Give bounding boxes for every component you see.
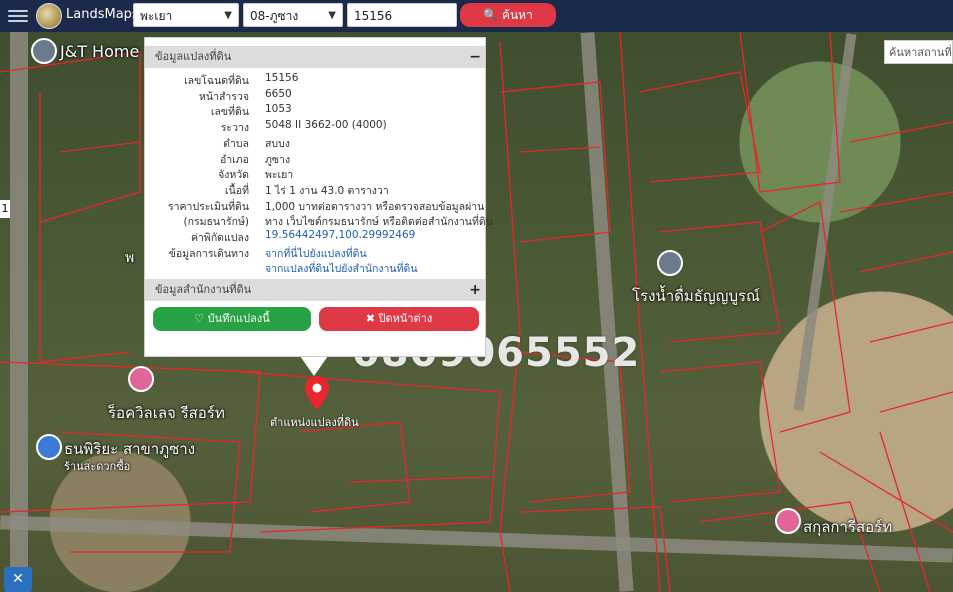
place-label[interactable]: สกุลการีสอร์ท [803,515,892,539]
detail-value: 6650 [265,87,292,100]
detail-row: ข้อมูลการเดินทาง จากที่นี่ไปยังแปลงที่ดิน [145,245,485,261]
place-pin-icon[interactable] [657,250,683,276]
detail-row: เนื้อที่ 1 ไร่ 1 งาน 43.0 ตารางวา [145,182,485,198]
detail-link[interactable]: จากที่นี่ไปยังแปลงที่ดิน [265,245,367,262]
deed-number-input[interactable]: 15156 [347,3,457,27]
parcel-section-header[interactable]: ข้อมูลแปลงที่ดิน − [145,46,485,68]
detail-value: 1,000 บาทต่อตารางวา หรือตรวจสอบข้อมูลผ่า… [265,200,485,213]
detail-value: 1053 [265,103,292,116]
tools-icon[interactable]: ✕ [4,567,32,592]
detail-value: ภูซาง [265,153,291,166]
detail-label: จังหวัด [218,169,249,182]
place-pin-icon[interactable] [31,38,57,64]
detail-label: ข้อมูลการเดินทาง [168,247,249,260]
detail-row: เลขโฉนดที่ดิน 15156 [145,72,485,88]
detail-label: ระวาง [220,122,249,135]
place-search-input[interactable]: ค้นหาสถานที่ส [884,40,953,64]
place-label[interactable]: ร็อควิลเลจ รีสอร์ท [108,401,225,425]
detail-value: พะเยา [265,169,294,182]
district-value: 08-ภูซาง [250,9,299,23]
detail-value: 5048 II 3662-00 (4000) [265,119,387,132]
province-value: พะเยา [140,9,173,23]
popup-arrow [300,356,328,376]
detail-value: 15156 [265,72,299,84]
chevron-down-icon: ▼ [328,10,336,21]
detail-label: เลขโฉนดที่ดิน [184,75,249,87]
save-parcel-label: บันทึกแปลงนี้ [207,312,270,325]
bank-pin-icon[interactable] [36,434,62,460]
detail-label: ตำบล [223,137,249,150]
office-section-header[interactable]: ข้อมูลสำนักงานที่ดิน + [145,279,485,301]
detail-label: อำเภอ [219,153,249,166]
search-button[interactable]: 🔍 ค้นหา [460,3,556,27]
chevron-down-icon: ▼ [224,10,232,21]
collapse-icon[interactable]: − [469,46,481,68]
detail-row: ตำบล สบบง [145,135,485,151]
edge-label: 1 [0,200,10,218]
heart-icon: ♡ [194,312,205,325]
detail-row: อำเภอ ภูซาง [145,151,485,167]
place-label[interactable]: โรงน้ำดื่มธัญญบูรณ์ [632,284,760,308]
detail-row: (กรมธนารักษ์) ทาง เว็บไซต์กรมธนารักษ์ หรื… [145,213,492,229]
detail-row: จากแปลงที่ดินไปยังสำนักงานที่ดิน [145,260,485,276]
road-label: พ [125,250,135,266]
close-icon: ✖ [365,312,375,325]
close-window-button[interactable]: ✖ ปิดหน้าต่าง [319,307,479,331]
expand-icon[interactable]: + [469,279,481,301]
parcel-marker-icon[interactable] [305,376,329,410]
hotel-pin-icon[interactable] [775,508,801,534]
detail-value: 1 ไร่ 1 งาน 43.0 ตารางวา [265,184,389,197]
place-label[interactable]: J&T Home [60,42,139,61]
detail-row: ระวาง 5048 II 3662-00 (4000) [145,119,485,135]
place-label[interactable]: ร้านสะดวกซื้อ [64,457,130,475]
search-icon: 🔍 [483,8,499,22]
district-select[interactable]: 08-ภูซาง ▼ [243,3,343,27]
parcel-info-popup: ข้อมูลแปลงที่ดิน − เลขโฉนดที่ดิน 15156 หน้… [144,37,493,357]
detail-row: เลขที่ดิน 1053 [145,103,485,119]
save-parcel-button[interactable]: ♡ บันทึกแปลงนี้ [153,307,311,331]
close-window-label: ปิดหน้าต่าง [378,312,433,325]
province-select[interactable]: พะเยา ▼ [133,3,239,27]
detail-value: ทาง เว็บไซต์กรมธนารักษ์ หรือติดต่อสำนักง… [265,216,493,229]
parcel-section-title: ข้อมูลแปลงที่ดิน [155,50,232,63]
detail-link[interactable]: 19.56442497,100.29992469 [265,229,415,241]
detail-label: เลขที่ดิน [210,106,249,119]
top-bar: LandsMaps พะเยา ▼ 08-ภูซาง ▼ 15156 🔍 ค้น… [0,0,953,32]
menu-icon[interactable] [8,7,28,23]
detail-link[interactable]: จากแปลงที่ดินไปยังสำนักงานที่ดิน [265,260,418,277]
detail-value: สบบง [265,137,290,150]
search-button-label: ค้นหา [501,8,533,22]
detail-label: เนื้อที่ [225,184,249,197]
detail-label: (กรมธนารักษ์) [183,216,249,229]
detail-label: ราคาประเมินที่ดิน [167,200,249,213]
detail-row: หน้าสำรวจ 6650 [145,88,485,104]
hotel-pin-icon[interactable] [128,366,154,392]
deed-number-value: 15156 [354,9,393,23]
detail-row: ราคาประเมินที่ดิน 1,000 บาทต่อตารางวา หรื… [145,198,485,214]
detail-row: จังหวัด พะเยา [145,166,485,182]
marker-label: ตำแหน่งแปลงที่ดิน [270,416,359,429]
logo [36,3,62,29]
detail-label: ค่าพิกัดแปลง [190,232,249,244]
office-section-title: ข้อมูลสำนักงานที่ดิน [155,283,252,296]
brand-name: LandsMaps [66,7,139,22]
detail-row: ค่าพิกัดแปลง 19.56442497,100.29992469 [145,229,485,245]
detail-label: หน้าสำรวจ [199,90,249,103]
